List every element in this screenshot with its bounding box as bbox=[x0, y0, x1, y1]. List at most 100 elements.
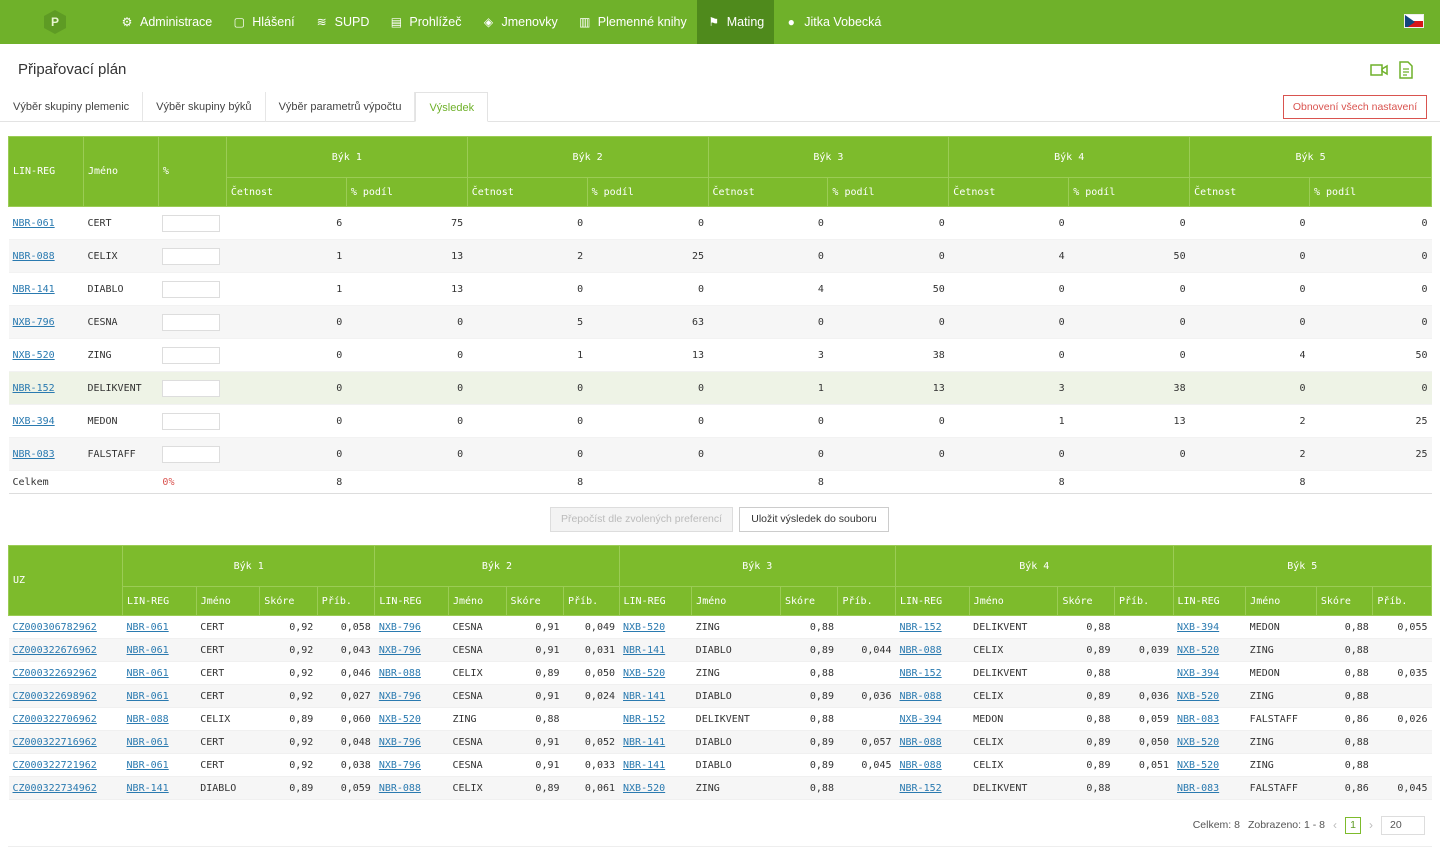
col-header-linreg[interactable]: LIN-REG bbox=[8, 136, 84, 207]
linreg-link[interactable]: NBR-141 bbox=[623, 760, 665, 771]
res-col-name[interactable]: Jméno bbox=[447, 586, 507, 616]
res-col-linreg[interactable]: LIN-REG bbox=[1172, 586, 1247, 616]
nav-item-user[interactable]: ● Jitka Vobecká bbox=[774, 0, 891, 44]
prev-page-icon[interactable]: ‹ bbox=[1333, 818, 1337, 832]
res-col-rel[interactable]: Příb. bbox=[1113, 586, 1174, 616]
linreg-link[interactable]: NXB-796 bbox=[379, 691, 421, 702]
linreg-link[interactable]: NXB-520 bbox=[1177, 760, 1219, 771]
uz-link[interactable]: CZ000322716962 bbox=[13, 737, 97, 748]
res-col-rel[interactable]: Příb. bbox=[837, 586, 896, 616]
pct-input[interactable] bbox=[162, 313, 221, 331]
linreg-link[interactable]: NBR-141 bbox=[623, 691, 665, 702]
col-header-share[interactable]: % podíl bbox=[586, 177, 709, 207]
linreg-link[interactable]: NXB-394 bbox=[900, 714, 942, 725]
linreg-link[interactable]: NXB-520 bbox=[379, 714, 421, 725]
col-header-name[interactable]: Jméno bbox=[82, 136, 159, 207]
col-header-share[interactable]: % podíl bbox=[1068, 177, 1191, 207]
linreg-link[interactable]: NXB-796 bbox=[13, 317, 55, 328]
pct-input[interactable] bbox=[162, 346, 221, 364]
linreg-link[interactable]: NXB-520 bbox=[1177, 737, 1219, 748]
pct-input[interactable] bbox=[162, 445, 221, 463]
res-col-linreg[interactable]: LIN-REG bbox=[895, 586, 970, 616]
linreg-link[interactable]: NBR-061 bbox=[127, 645, 169, 656]
pct-input[interactable] bbox=[162, 247, 221, 265]
nav-item-jmenovky[interactable]: ◈ Jmenovky bbox=[471, 0, 567, 44]
res-col-linreg[interactable]: LIN-REG bbox=[374, 586, 449, 616]
linreg-link[interactable]: NBR-061 bbox=[127, 622, 169, 633]
res-col-name[interactable]: Jméno bbox=[968, 586, 1059, 616]
linreg-link[interactable]: NXB-796 bbox=[379, 760, 421, 771]
linreg-link[interactable]: NXB-394 bbox=[13, 416, 55, 427]
save-result-button[interactable]: Uložit výsledek do souboru bbox=[739, 507, 889, 532]
linreg-link[interactable]: NBR-088 bbox=[379, 783, 421, 794]
linreg-link[interactable]: NBR-152 bbox=[13, 383, 55, 394]
linreg-link[interactable]: NBR-088 bbox=[13, 251, 55, 262]
nav-item-supd[interactable]: ≋ SUPD bbox=[305, 0, 380, 44]
page-size-select[interactable]: 20 bbox=[1381, 815, 1425, 835]
linreg-link[interactable]: NXB-520 bbox=[623, 668, 665, 679]
nav-item-plemenne-knihy[interactable]: ▥ Plemenné knihy bbox=[568, 0, 697, 44]
linreg-link[interactable]: NXB-796 bbox=[379, 737, 421, 748]
nav-item-administrace[interactable]: ⚙ Administrace bbox=[110, 0, 222, 44]
linreg-link[interactable]: NXB-520 bbox=[623, 783, 665, 794]
linreg-link[interactable]: NBR-083 bbox=[1177, 783, 1219, 794]
linreg-link[interactable]: NBR-061 bbox=[127, 668, 169, 679]
document-icon[interactable] bbox=[1398, 61, 1414, 79]
res-col-rel[interactable]: Příb. bbox=[316, 586, 376, 616]
res-col-score[interactable]: Skóre bbox=[505, 586, 565, 616]
linreg-link[interactable]: NXB-394 bbox=[1177, 622, 1219, 633]
linreg-link[interactable]: NXB-394 bbox=[1177, 668, 1219, 679]
linreg-link[interactable]: NXB-520 bbox=[623, 622, 665, 633]
linreg-link[interactable]: NBR-088 bbox=[379, 668, 421, 679]
linreg-link[interactable]: NBR-088 bbox=[900, 645, 942, 656]
tab-vyber-parametru[interactable]: Výběr parametrů výpočtu bbox=[266, 92, 416, 122]
page-number-button[interactable]: 1 bbox=[1345, 816, 1361, 834]
col-header-uz[interactable]: UZ bbox=[7, 545, 124, 616]
linreg-link[interactable]: NXB-796 bbox=[379, 622, 421, 633]
linreg-link[interactable]: NBR-088 bbox=[900, 691, 942, 702]
linreg-link[interactable]: NBR-061 bbox=[127, 760, 169, 771]
linreg-link[interactable]: NBR-152 bbox=[900, 668, 942, 679]
linreg-link[interactable]: NBR-152 bbox=[623, 714, 665, 725]
tab-vyber-byku[interactable]: Výběr skupiny býků bbox=[143, 92, 266, 122]
pct-input[interactable] bbox=[162, 412, 221, 430]
reset-settings-button[interactable]: Obnovení všech nastavení bbox=[1283, 95, 1427, 119]
uz-link[interactable]: CZ000322692962 bbox=[13, 668, 97, 679]
linreg-link[interactable]: NXB-520 bbox=[1177, 691, 1219, 702]
nav-item-hlaseni[interactable]: ▢ Hlášení bbox=[222, 0, 304, 44]
uz-link[interactable]: CZ000322721962 bbox=[13, 760, 97, 771]
res-col-name[interactable]: Jméno bbox=[691, 586, 781, 616]
uz-link[interactable]: CZ000322734962 bbox=[13, 783, 97, 794]
res-col-score[interactable]: Skóre bbox=[259, 586, 318, 616]
linreg-link[interactable]: NBR-088 bbox=[900, 737, 942, 748]
app-logo[interactable]: P bbox=[0, 0, 110, 44]
tab-vysledek[interactable]: Výsledek bbox=[415, 92, 489, 122]
col-header-count[interactable]: Četnost bbox=[948, 177, 1070, 207]
linreg-link[interactable]: NBR-061 bbox=[127, 691, 169, 702]
linreg-link[interactable]: NBR-083 bbox=[13, 449, 55, 460]
uz-link[interactable]: CZ000322698962 bbox=[13, 691, 97, 702]
res-col-name[interactable]: Jméno bbox=[195, 586, 261, 616]
tab-vyber-plemenic[interactable]: Výběr skupiny plemenic bbox=[0, 92, 144, 122]
linreg-link[interactable]: NBR-141 bbox=[623, 737, 665, 748]
nav-item-mating[interactable]: ⚑ Mating bbox=[696, 0, 775, 44]
pct-input[interactable] bbox=[162, 280, 221, 298]
col-header-share[interactable]: % podíl bbox=[1309, 177, 1432, 207]
col-header-share[interactable]: % podíl bbox=[345, 177, 468, 207]
pct-input[interactable] bbox=[162, 379, 221, 397]
linreg-link[interactable]: NBR-141 bbox=[127, 783, 169, 794]
res-col-rel[interactable]: Příb. bbox=[563, 586, 620, 616]
linreg-link[interactable]: NXB-796 bbox=[379, 645, 421, 656]
linreg-link[interactable]: NBR-152 bbox=[900, 783, 942, 794]
linreg-link[interactable]: NBR-141 bbox=[13, 284, 55, 295]
col-header-count[interactable]: Četnost bbox=[1189, 177, 1310, 207]
uz-link[interactable]: CZ000322706962 bbox=[13, 714, 97, 725]
video-icon[interactable] bbox=[1370, 62, 1388, 78]
col-header-share[interactable]: % podíl bbox=[827, 177, 950, 207]
uz-link[interactable]: CZ000322676962 bbox=[13, 645, 97, 656]
res-col-score[interactable]: Skóre bbox=[779, 586, 839, 616]
res-col-score[interactable]: Skóre bbox=[1315, 586, 1374, 616]
next-page-icon[interactable]: › bbox=[1369, 818, 1373, 832]
res-col-score[interactable]: Skóre bbox=[1057, 586, 1115, 616]
res-col-linreg[interactable]: LIN-REG bbox=[122, 586, 197, 616]
